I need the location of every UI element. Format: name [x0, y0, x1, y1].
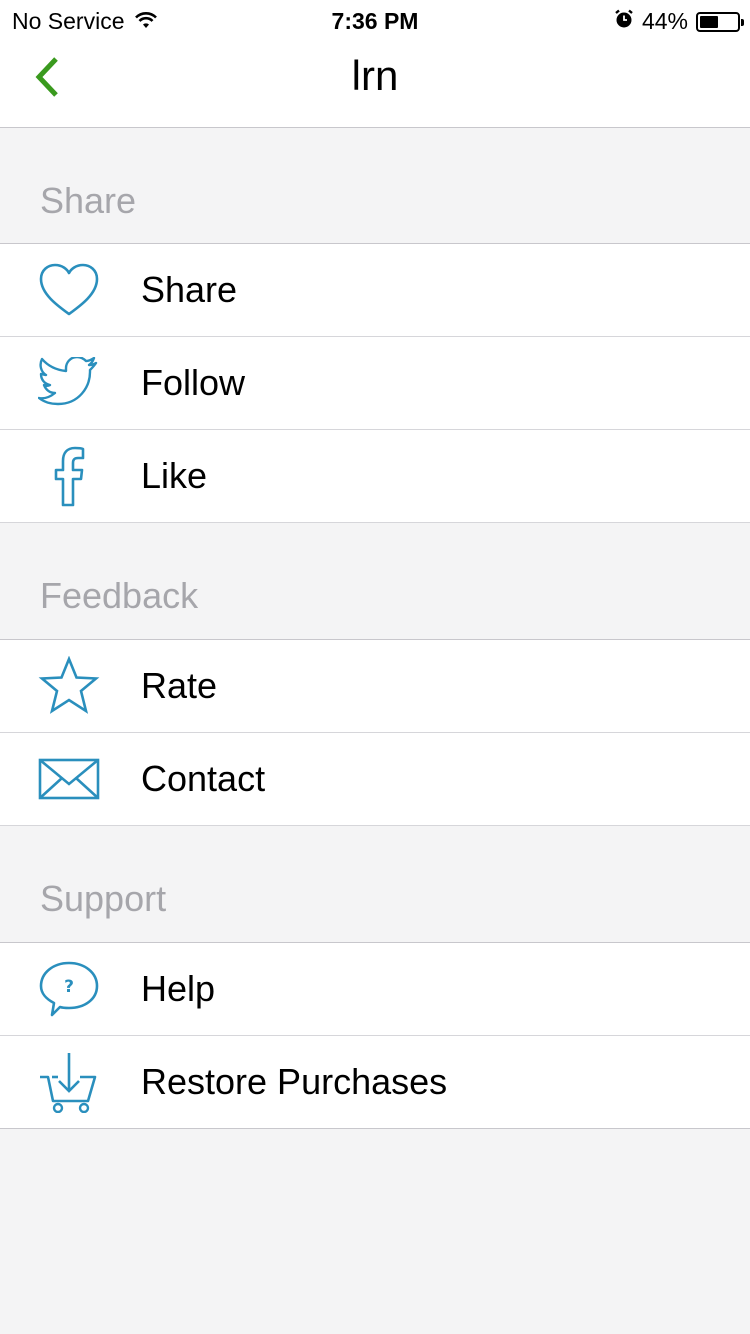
svg-text:?: ?: [64, 977, 74, 997]
twitter-bird-icon: [38, 353, 100, 413]
list-item-label: Like: [141, 455, 208, 496]
envelope-icon: [38, 749, 100, 809]
settings-list: Share Share Follow Like Feedback Rate Co…: [0, 128, 750, 1129]
battery-icon: [696, 11, 744, 32]
list-item-label: Help: [141, 968, 216, 1009]
list-item-label: Share: [141, 269, 238, 310]
help-bubble-icon: ?: [38, 959, 100, 1019]
list-item-like[interactable]: Like: [0, 430, 750, 523]
section-header-support: Support: [0, 826, 750, 943]
list-item-contact[interactable]: Contact: [0, 733, 750, 826]
section-header-feedback: Feedback: [0, 523, 750, 640]
list-item-label: Follow: [141, 362, 246, 403]
heart-icon: [38, 260, 100, 320]
alarm-clock-icon: [614, 8, 634, 35]
star-icon: [38, 656, 100, 716]
list-item-follow[interactable]: Follow: [0, 337, 750, 430]
status-right: 44%: [614, 8, 744, 35]
nav-bar: lrn: [0, 40, 750, 128]
status-bar: No Service 7:36 PM 44%: [0, 0, 750, 40]
list-item-label: Restore Purchases: [141, 1061, 448, 1102]
list-item-share[interactable]: Share: [0, 244, 750, 337]
list-item-label: Rate: [141, 665, 218, 706]
list-item-help[interactable]: ? Help: [0, 943, 750, 1036]
cart-download-icon: [38, 1052, 100, 1113]
battery-fill: [700, 15, 718, 28]
section-header-share: Share: [0, 128, 750, 244]
battery-percent: 44%: [641, 8, 688, 34]
list-item-label: Contact: [141, 758, 266, 799]
facebook-icon: [38, 446, 100, 507]
page-title: lrn: [351, 52, 399, 99]
list-item-restore-purchases[interactable]: Restore Purchases: [0, 1036, 750, 1129]
list-item-rate[interactable]: Rate: [0, 640, 750, 733]
